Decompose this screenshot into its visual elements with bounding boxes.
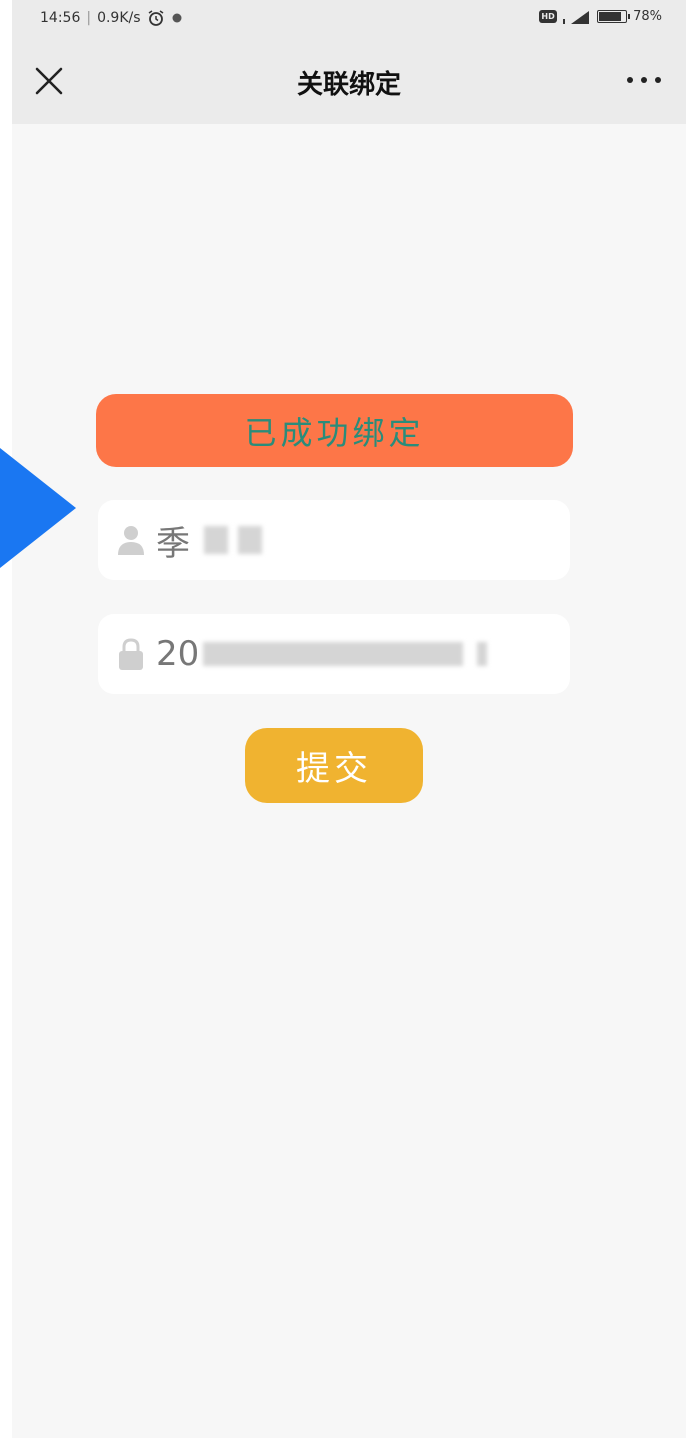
page-title: 关联绑定 xyxy=(296,70,401,100)
status-time: 14:56 xyxy=(40,10,81,26)
redacted-text xyxy=(203,642,464,666)
status-left: 14:56 | 0.9K/s xyxy=(40,9,183,27)
password-field[interactable]: 20 xyxy=(98,614,570,694)
name-field[interactable]: 季 xyxy=(98,500,570,580)
redacted-text xyxy=(238,526,262,554)
status-right: HD 78% xyxy=(539,9,662,24)
lock-icon xyxy=(119,638,143,670)
phone-screen: 14:56 | 0.9K/s HD 78% 关联绑定 已成功绑定 季 20 提交 xyxy=(12,0,686,1438)
user-icon xyxy=(118,526,144,555)
success-banner: 已成功绑定 xyxy=(96,394,573,467)
submit-button[interactable]: 提交 xyxy=(245,728,423,803)
alarm-icon xyxy=(148,10,163,26)
redacted-text xyxy=(477,642,488,666)
network-speed: 0.9K/s xyxy=(97,10,141,26)
password-value: 20 xyxy=(156,634,200,674)
notification-dot-icon xyxy=(172,13,182,23)
battery-icon xyxy=(597,10,631,23)
status-separator: | xyxy=(86,10,92,26)
hd-badge: HD xyxy=(539,10,558,23)
status-bar: 14:56 | 0.9K/s HD 78% xyxy=(12,0,686,40)
redacted-text xyxy=(204,526,228,554)
nav-bar: 关联绑定 xyxy=(12,40,686,124)
signal-icon xyxy=(563,10,590,24)
name-value: 季 xyxy=(156,523,190,564)
battery-percent: 78% xyxy=(633,9,662,24)
pointer-arrow-icon xyxy=(0,448,76,568)
more-options-icon[interactable] xyxy=(624,70,664,90)
